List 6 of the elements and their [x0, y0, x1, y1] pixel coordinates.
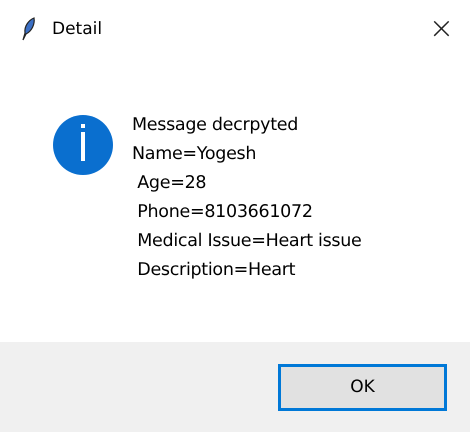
window-title: Detail [52, 19, 104, 39]
close-button[interactable]: × [422, 14, 460, 44]
ok-button[interactable]: OK [278, 364, 447, 410]
feather-icon [20, 17, 36, 41]
message-text: Message decrpyted Name=Yogesh Age=28 Phone=8103661072 Medical Issue=Heart issue Description=Heart [132, 114, 362, 282]
info-icon [52, 114, 114, 176]
